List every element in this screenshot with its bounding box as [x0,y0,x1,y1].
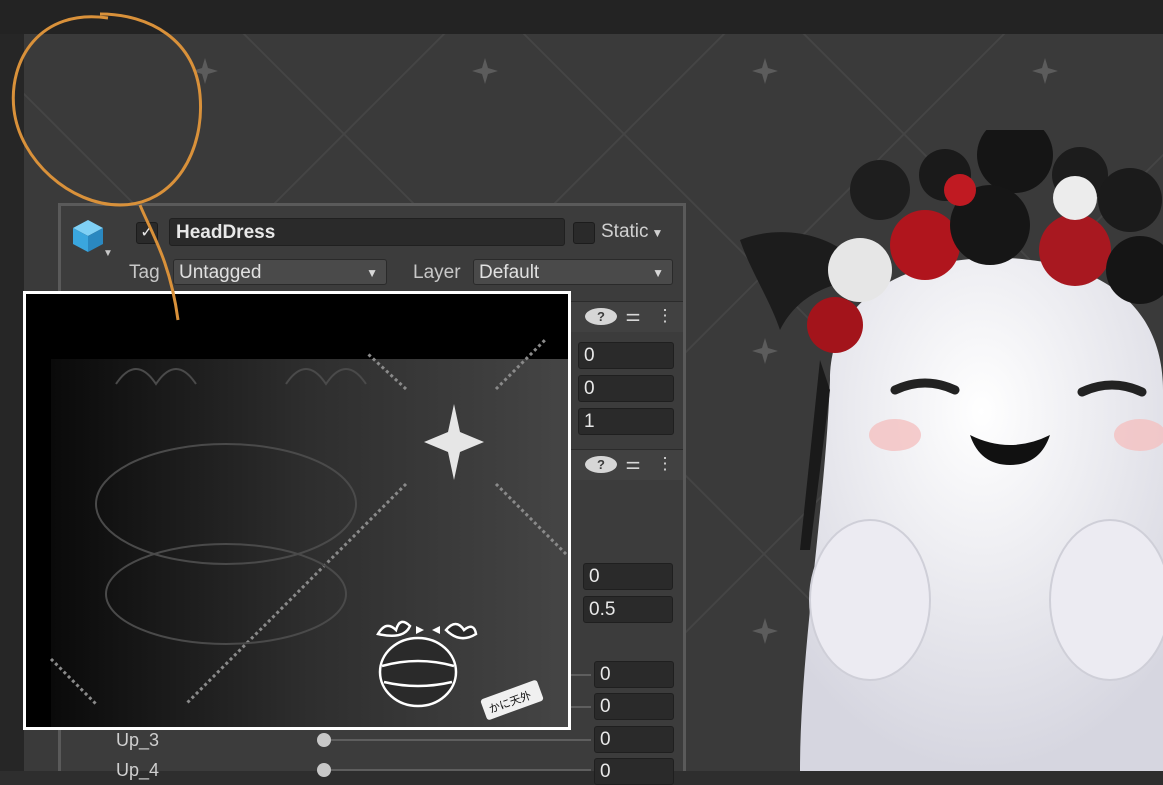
layer-value: Default [479,262,540,283]
blendshape-label: Up_3 [116,730,160,750]
static-label: Static [601,221,649,242]
material-field[interactable]: 0.5 [583,596,673,623]
chevron-down-icon: ▼ [366,266,378,280]
static-dropdown[interactable]: Static ▼ [601,221,663,243]
sliders-icon[interactable]: ⚌ [617,306,649,326]
blendshape-field[interactable]: 0 [594,661,674,688]
chevron-down-icon: ▼ [652,266,664,280]
ghost-avatar [740,130,1163,771]
slider-knob[interactable] [317,733,331,747]
annotation-circle [11,12,203,321]
sliders-icon[interactable]: ⚌ [617,454,649,474]
blendshape-field[interactable]: 0 [594,726,674,753]
blendshape-field[interactable]: 0 [594,693,674,720]
layer-dropdown[interactable]: Default ▼ [473,259,673,285]
help-icon[interactable]: ? [585,308,617,325]
transform-field[interactable]: 1 [578,408,674,435]
kebab-menu-icon[interactable]: ⋮ [649,454,681,474]
slider-knob[interactable] [317,763,331,777]
chevron-down-icon: ▼ [651,226,664,240]
kebab-menu-icon[interactable]: ⋮ [649,306,681,326]
material-field[interactable]: 0 [583,563,673,590]
blendshape-field[interactable]: 0 [594,758,674,785]
zoom-inset: かに天外 [23,291,571,730]
layer-label: Layer [413,262,461,283]
slider-track[interactable] [323,739,591,741]
static-checkbox[interactable] [573,222,595,244]
transform-field[interactable]: 0 [578,375,674,402]
transform-field[interactable]: 0 [578,342,674,369]
help-icon[interactable]: ? [585,456,617,473]
